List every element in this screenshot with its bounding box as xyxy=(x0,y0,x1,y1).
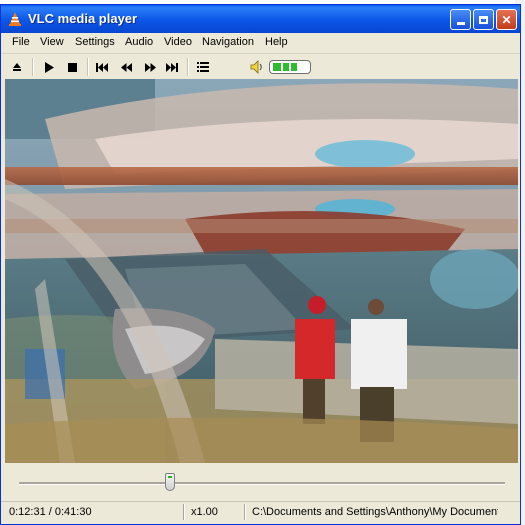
status-separator xyxy=(244,504,246,520)
volume-segment-divider xyxy=(281,63,283,71)
playback-time: 0:12:31 / 0:41:30 xyxy=(9,506,92,518)
vlc-window: VLC media player ✕ File View Settings Au… xyxy=(0,4,521,525)
playback-speed: x1.00 xyxy=(191,506,218,518)
toolbar-separator xyxy=(32,58,34,76)
rewind-icon xyxy=(120,62,132,72)
menu-help[interactable]: Help xyxy=(265,36,288,48)
title-bar[interactable]: VLC media player ✕ xyxy=(1,5,520,33)
menu-bar: File View Settings Audio Video Navigatio… xyxy=(1,33,520,53)
file-path: C:\Documents and Settings\Anthony\My Doc… xyxy=(252,506,498,518)
play-icon xyxy=(45,61,54,73)
menu-file[interactable]: File xyxy=(12,36,30,48)
status-bar: 0:12:31 / 0:41:30 x1.00 C:\Documents and… xyxy=(1,501,520,523)
window-title: VLC media player xyxy=(28,11,138,26)
volume-segment-divider xyxy=(297,63,299,71)
playlist-button[interactable] xyxy=(194,58,212,76)
next-button[interactable] xyxy=(163,58,181,76)
previous-button[interactable] xyxy=(93,58,111,76)
video-frame xyxy=(5,79,518,463)
stop-icon xyxy=(67,62,77,72)
menu-navigation[interactable]: Navigation xyxy=(202,36,254,48)
menu-audio[interactable]: Audio xyxy=(125,36,153,48)
next-icon xyxy=(166,62,178,72)
seek-bar-area xyxy=(1,464,520,500)
menu-settings[interactable]: Settings xyxy=(75,36,115,48)
toolbar-separator xyxy=(187,58,189,76)
seek-handle[interactable] xyxy=(165,473,175,491)
minimize-icon xyxy=(456,22,465,25)
toolbar-separator xyxy=(87,58,89,76)
toolbar xyxy=(1,53,520,80)
playlist-icon xyxy=(197,62,209,72)
menu-video[interactable]: Video xyxy=(164,36,192,48)
rewind-button[interactable] xyxy=(117,58,135,76)
stop-button[interactable] xyxy=(63,58,81,76)
close-icon: ✕ xyxy=(501,12,512,27)
menu-view[interactable]: View xyxy=(40,36,64,48)
volume-slider[interactable] xyxy=(269,60,311,74)
previous-icon xyxy=(96,62,108,72)
eject-button[interactable] xyxy=(8,58,26,76)
video-display[interactable] xyxy=(5,79,518,463)
volume-segment-divider xyxy=(289,63,291,71)
minimize-button[interactable] xyxy=(450,9,471,30)
maximize-icon xyxy=(479,15,488,24)
vlc-cone-icon xyxy=(9,12,21,26)
speaker-icon xyxy=(250,60,262,74)
fast-forward-button[interactable] xyxy=(141,58,159,76)
play-button[interactable] xyxy=(40,58,58,76)
eject-icon xyxy=(13,63,21,71)
fast-forward-icon xyxy=(144,62,156,72)
seek-bar[interactable] xyxy=(19,482,505,485)
mute-button[interactable] xyxy=(248,58,266,76)
status-separator xyxy=(183,504,185,520)
volume-level xyxy=(273,63,299,71)
maximize-button[interactable] xyxy=(473,9,494,30)
close-button[interactable]: ✕ xyxy=(496,9,517,30)
